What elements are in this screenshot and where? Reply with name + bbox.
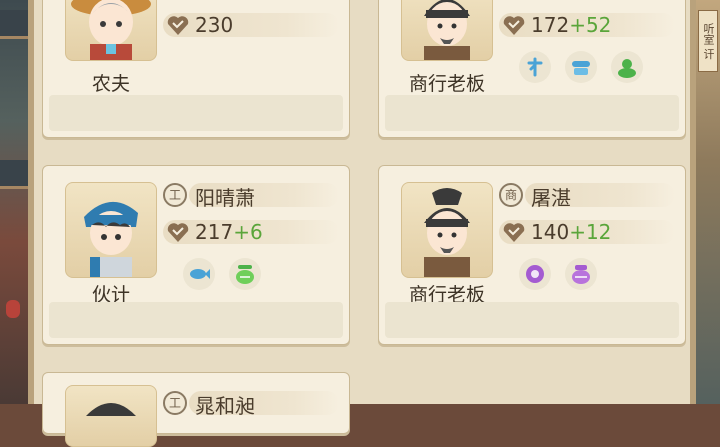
stat-bonus: +6 (233, 220, 263, 244)
portrait-assistant (65, 182, 157, 278)
talent-icon[interactable] (519, 51, 551, 83)
heart-icon (503, 223, 525, 242)
stat-base: 217 (195, 220, 234, 244)
card-footer (385, 95, 679, 131)
portrait-merchant (401, 0, 493, 61)
scene-right-edge: 听室 讦 (696, 0, 720, 404)
worker-badge: 工 (163, 391, 187, 415)
role-label: 商行老板 (408, 73, 485, 95)
shop-sign: 听室 讦 (698, 10, 718, 72)
cloud-icon[interactable] (565, 51, 597, 83)
worker-badge: 工 (163, 183, 187, 207)
stat-value: 230 (195, 13, 234, 37)
merchant-badge: 商 (499, 183, 523, 207)
portrait-staff (65, 385, 157, 447)
card-footer (49, 302, 343, 338)
fish-icon[interactable] (183, 258, 215, 290)
lantern-decoration (6, 300, 20, 318)
staff-card[interactable]: 工 晁和昶 (42, 372, 350, 447)
staff-card[interactable]: 商行老板 商 屠湛 140+12 (378, 165, 686, 345)
roof-decoration (0, 10, 28, 39)
staff-name: 晁和昶 (195, 394, 255, 418)
card-footer (385, 302, 679, 338)
staff-name: 阳晴萧 (195, 186, 255, 210)
staff-card[interactable]: 商行老板 172+52 (378, 0, 686, 138)
stat-value: 172+52 (531, 13, 611, 37)
heart-icon (503, 16, 525, 35)
purple-flower-icon[interactable] (519, 258, 551, 290)
stat-value: 217+6 (195, 220, 263, 244)
card-footer (49, 95, 343, 131)
heart-icon (167, 16, 189, 35)
portrait-farmer (65, 0, 157, 61)
staff-card[interactable]: 农夫 230 (42, 0, 350, 138)
stat-base: 140 (531, 220, 570, 244)
stat-bonus: +52 (569, 13, 612, 37)
heart-icon (167, 223, 189, 242)
scene-left-edge (0, 0, 28, 404)
staff-name: 屠湛 (531, 186, 571, 210)
portrait-merchant (401, 182, 493, 278)
staff-card[interactable]: 伙计 工 阳晴萧 217+6 (42, 165, 350, 345)
lantern-icon[interactable] (229, 258, 261, 290)
purple-jar-icon[interactable] (565, 258, 597, 290)
staff-list-panel[interactable]: 农夫 230 商行老板 172+52 伙计 工 阳晴萧 217+6 商行老板 商… (28, 0, 696, 447)
stat-value: 140+12 (531, 220, 611, 244)
stat-base: 172 (531, 13, 570, 37)
roof-decoration (0, 160, 28, 189)
role-label: 农夫 (91, 73, 130, 95)
stat-bonus: +12 (569, 220, 612, 244)
frog-icon[interactable] (611, 51, 643, 83)
